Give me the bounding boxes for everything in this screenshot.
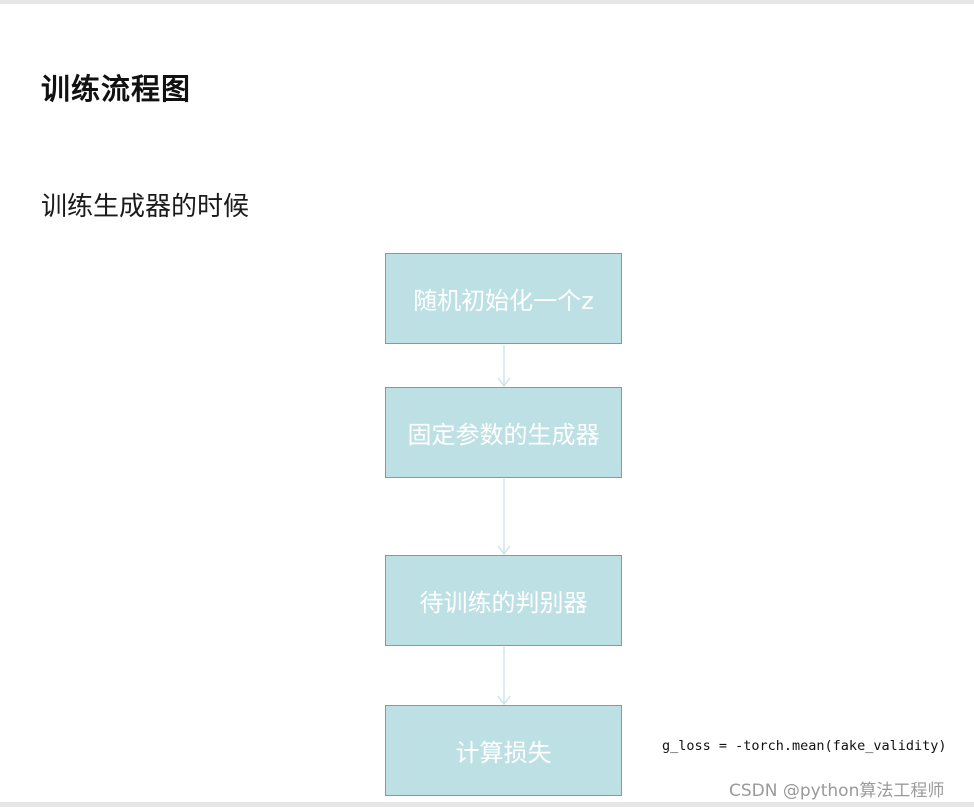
bottom-divider bbox=[0, 802, 974, 807]
flow-step-discriminator: 待训练的判别器 bbox=[385, 555, 622, 646]
flow-step-init-z: 随机初始化一个z bbox=[385, 253, 622, 344]
flow-step-compute-loss: 计算损失 bbox=[385, 705, 622, 796]
flow-step-fixed-generator: 固定参数的生成器 bbox=[385, 387, 622, 478]
csdn-watermark: CSDN @python算法工程师 bbox=[729, 781, 945, 801]
loss-code-note: g_loss = -torch.mean(fake_validity) bbox=[662, 738, 947, 754]
